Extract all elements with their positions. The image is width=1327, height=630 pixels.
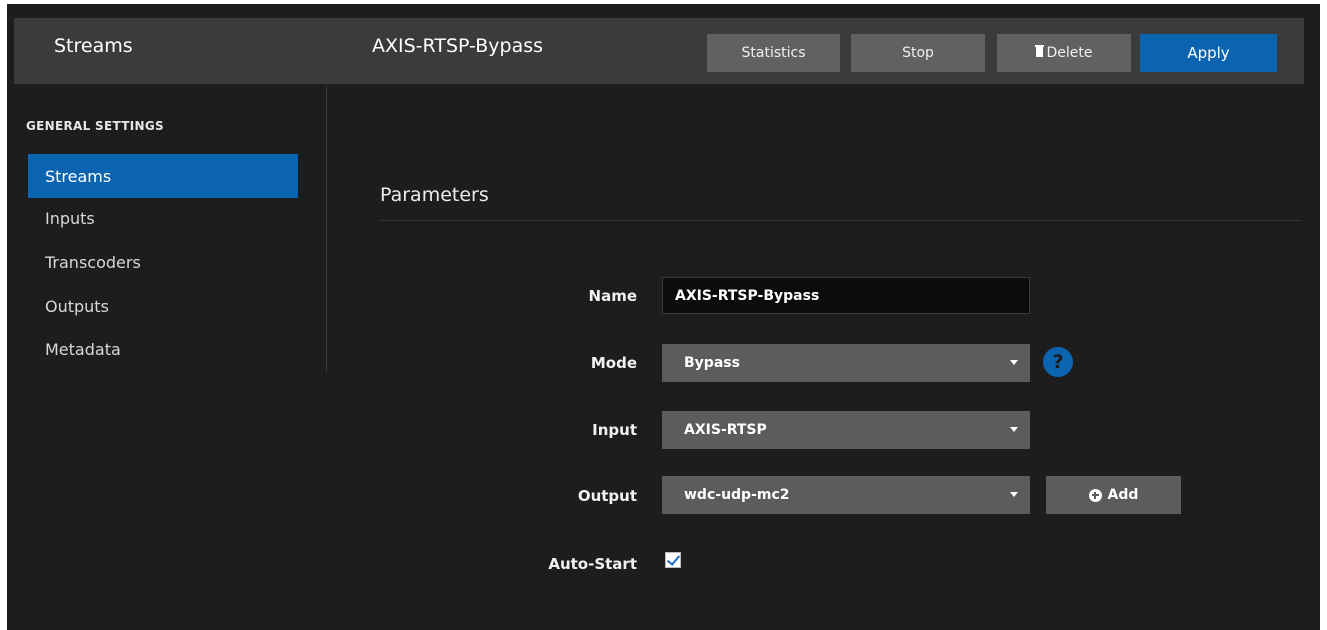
apply-button[interactable]: Apply [1140, 34, 1277, 72]
output-select[interactable]: wdc-udp-mc2 [662, 476, 1030, 514]
add-output-button[interactable]: Add [1046, 476, 1181, 514]
section-divider [380, 220, 1302, 221]
stop-button-label: Stop [902, 45, 934, 61]
chevron-down-icon [1010, 360, 1018, 365]
stop-button[interactable]: Stop [851, 34, 985, 72]
sidebar-item-label: Outputs [45, 296, 109, 316]
autostart-label: Auto-Start [548, 555, 637, 573]
mode-select[interactable]: Bypass [662, 344, 1030, 382]
trash-icon [1034, 45, 1044, 57]
sidebar-item-outputs[interactable]: Outputs [28, 285, 298, 327]
input-select[interactable]: AXIS-RTSP [662, 411, 1030, 449]
statistics-button[interactable]: Statistics [707, 34, 840, 72]
sidebar-item-metadata[interactable]: Metadata [28, 328, 298, 370]
app-title: Streams [54, 35, 133, 57]
input-label: Input [592, 421, 637, 439]
section-title: Parameters [380, 184, 489, 206]
sidebar-section-label: GENERAL SETTINGS [26, 119, 164, 133]
apply-button-label: Apply [1187, 44, 1230, 62]
input-select-value: AXIS-RTSP [684, 422, 767, 438]
name-input[interactable]: AXIS-RTSP-Bypass [662, 277, 1030, 314]
sidebar-item-label: Streams [45, 166, 112, 186]
output-select-value: wdc-udp-mc2 [684, 487, 790, 503]
chevron-down-icon [1010, 427, 1018, 432]
delete-button-label: Delete [1046, 45, 1093, 61]
plus-circle-icon [1088, 488, 1102, 502]
chevron-down-icon [1010, 492, 1018, 497]
add-button-label: Add [1107, 487, 1139, 503]
sidebar-divider [326, 86, 327, 372]
delete-button[interactable]: Delete [997, 34, 1131, 72]
stream-title: AXIS-RTSP-Bypass [372, 35, 544, 57]
mode-select-value: Bypass [684, 355, 740, 371]
help-icon[interactable]: ? [1043, 347, 1073, 377]
sidebar-item-inputs[interactable]: Inputs [28, 197, 298, 239]
output-label: Output [577, 487, 637, 505]
mode-label: Mode [590, 354, 637, 372]
sidebar-item-transcoders[interactable]: Transcoders [28, 241, 298, 283]
statistics-button-label: Statistics [741, 45, 806, 61]
name-label: Name [588, 287, 637, 305]
sidebar-item-streams[interactable]: Streams [28, 154, 298, 198]
autostart-checkbox[interactable] [665, 552, 681, 568]
sidebar-item-label: Transcoders [45, 252, 141, 272]
sidebar-item-label: Inputs [45, 208, 95, 228]
sidebar-item-label: Metadata [45, 339, 121, 359]
